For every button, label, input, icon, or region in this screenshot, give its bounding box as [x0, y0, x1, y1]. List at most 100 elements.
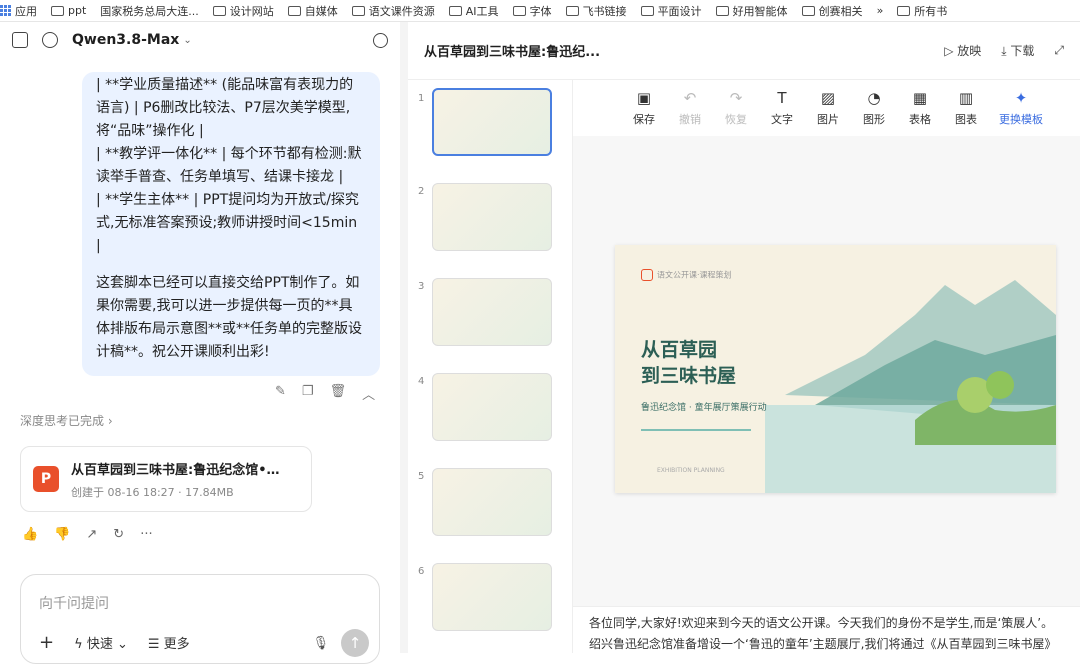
chat-input-box[interactable]: 向千问提问 + ϟ 快速 ⌄ ☰ 更多 🎙 ↑ [20, 574, 380, 664]
slide-footer: EXHIBITION PLANNING [657, 467, 725, 474]
copy-icon[interactable]: ❐ [302, 384, 314, 403]
file-meta: 创建于 08-16 18:27 · 17.84MB [71, 485, 234, 499]
edit-icon[interactable]: ✎ [275, 384, 286, 403]
file-card[interactable]: P 从百草园到三味书屋:鲁迅纪念馆•童... 创建于 08-16 18:27 ·… [20, 446, 312, 512]
slide-logo: 语文公开课·课程策划 [641, 269, 732, 281]
bookmarks-bar: 应用 ppt 国家税务总局大连... 设计网站 自媒体 语文课件资源 AI工具 … [0, 0, 1080, 22]
table-button[interactable]: ▦ 表格 [897, 89, 943, 127]
sidebar-toggle-icon[interactable] [12, 32, 28, 48]
save-icon: ▣ [636, 89, 652, 107]
bookmark-graphic[interactable]: 平面设计 [640, 3, 702, 19]
folder-icon [212, 5, 226, 16]
text-icon: T [777, 89, 787, 107]
save-button[interactable]: ▣ 保存 [621, 89, 667, 127]
quick-mode-button[interactable]: ϟ 快速 ⌄ [74, 633, 128, 652]
folder-icon [351, 5, 365, 16]
slide-number: 5 [418, 471, 425, 482]
editor-header: 从百草园到三味书屋:鲁迅纪... ▷ 放映 ⤓ 下载 ⤢ [408, 22, 1080, 80]
bookmark-apps[interactable]: 应用 [0, 3, 37, 19]
download-button[interactable]: ⤓ 下载 [1001, 42, 1034, 59]
new-chat-icon[interactable] [42, 32, 58, 48]
plus-icon[interactable]: + [39, 632, 54, 653]
chat-topbar: Qwen3.8-Max ⌄ [0, 22, 400, 58]
text-button[interactable]: T 文字 [759, 89, 805, 127]
slide-thumbnail[interactable] [432, 278, 552, 346]
message-line: | **学业质量描述** (能品味富有表现力的语言) | P6删改比较法、P7层… [96, 77, 354, 139]
folder-icon [51, 5, 64, 16]
slide-thumbnail[interactable] [432, 373, 552, 441]
share-icon[interactable]: ↗ [86, 527, 97, 542]
slide-number: 2 [418, 186, 425, 197]
bookmark-agents[interactable]: 好用智能体 [715, 3, 788, 19]
bookmark-contest[interactable]: 创赛相关 [801, 3, 863, 19]
chat-panel: Qwen3.8-Max ⌄ | **学业质量描述** (能品味富有表现力的语言)… [0, 22, 400, 664]
deep-thinking-status[interactable]: 深度思考已完成 › [20, 412, 113, 429]
image-button[interactable]: ▨ 图片 [805, 89, 851, 127]
slide-thumbnail[interactable] [432, 183, 552, 251]
message-line: | **教学评一体化** | 每个环节都有检测:默读举手普查、任务单填写、结课卡… [96, 146, 362, 185]
play-button[interactable]: ▷ 放映 [944, 42, 981, 59]
slide-canvas[interactable]: 语文公开课·课程策划 从百草园 到三味书屋 鲁迅纪念馆 · 童年展厅策展行动 EX… [615, 245, 1056, 493]
history-icon[interactable] [373, 32, 388, 48]
folder-icon [897, 5, 911, 16]
bookmark-all[interactable]: 所有书 [897, 3, 947, 19]
bookmark-media[interactable]: 自媒体 [287, 3, 338, 19]
thumbs-up-icon[interactable]: 👍 [22, 527, 38, 542]
bookmark-chinese[interactable]: 语文课件资源 [351, 3, 435, 19]
speaker-notes[interactable]: 各位同学,大家好!欢迎来到今天的语文公开课。今天我们的身份不是学生,而是‘策展人… [573, 606, 1080, 653]
ppt-editor: 从百草园到三味书屋:鲁迅纪... ▷ 放映 ⤓ 下载 ⤢ 1 2 3 4 5 6… [408, 22, 1080, 653]
shape-button[interactable]: ◔ 图形 [851, 89, 897, 127]
slide-thumbnail[interactable] [432, 563, 552, 631]
bookmark-ppt[interactable]: ppt [51, 4, 86, 17]
change-template-button[interactable]: ✦ 更换模板 [989, 89, 1053, 127]
more-icon[interactable]: ··· [140, 527, 152, 542]
message-line: | **学生主体** | PPT提问均为开放式/探究式,无标准答案预设;教师讲授… [96, 192, 359, 254]
bookmark-tax[interactable]: 国家税务总局大连... [100, 3, 199, 19]
more-button[interactable]: ☰ 更多 [148, 633, 190, 652]
message-actions: ✎ ❐ 🗑 ︿ [275, 384, 375, 403]
microphone-icon[interactable]: 🎙 [312, 636, 329, 651]
undo-button[interactable]: ↶ 撤销 [667, 89, 713, 127]
magic-wand-icon: ✦ [1014, 89, 1028, 107]
file-name: 从百草园到三味书屋:鲁迅纪念馆•童... [71, 462, 291, 478]
folder-icon [640, 5, 654, 16]
feedback-actions: 👍 👎 ↗ ↻ ··· [22, 527, 153, 542]
bookmark-design[interactable]: 设计网站 [212, 3, 274, 19]
panel-splitter[interactable] [400, 22, 408, 653]
redo-button[interactable]: ↷ 恢复 [713, 89, 759, 127]
image-icon: ▨ [820, 89, 836, 107]
slide-thumbnail[interactable] [432, 88, 552, 156]
bookmark-feishu[interactable]: 飞书链接 [565, 3, 627, 19]
slide-number: 6 [418, 566, 425, 577]
bookmark-font[interactable]: 字体 [512, 3, 552, 19]
slide-thumbnail[interactable] [432, 468, 552, 536]
folder-icon [801, 5, 815, 16]
table-icon: ▦ [912, 89, 928, 107]
message-line: 这套脚本已经可以直接交给PPT制作了。如果你需要,我可以进一步提供每一页的**具… [96, 275, 362, 360]
regenerate-icon[interactable]: ↻ [113, 527, 124, 542]
ppt-file-icon: P [33, 466, 59, 492]
chart-button[interactable]: ▥ 图表 [943, 89, 989, 127]
apps-icon [0, 5, 11, 16]
thumbs-down-icon[interactable]: 👎 [54, 527, 70, 542]
chevron-down-icon[interactable]: ⌄ [183, 35, 191, 46]
folder-icon [715, 5, 729, 16]
folder-icon [512, 5, 526, 16]
slide-subtitle: 鲁迅纪念馆 · 童年展厅策展行动 [641, 403, 767, 413]
expand-icon[interactable]: ⤢ [1054, 43, 1064, 58]
editor-toolbar: ▣ 保存 ↶ 撤销 ↷ 恢复 T 文字 ▨ 图片 ◔ 图形 ▦ 表格 ▥ 图表 ✦ 更换模板 [573, 80, 1080, 136]
assistant-message: | **学业质量描述** (能品味富有表现力的语言) | P6删改比较法、P7层… [82, 72, 380, 376]
chat-input[interactable]: 向千问提问 [39, 593, 109, 613]
folder-icon [287, 5, 301, 16]
shape-icon: ◔ [867, 89, 881, 107]
bookmark-overflow[interactable]: » [877, 4, 884, 17]
collapse-icon[interactable]: ︿ [362, 384, 375, 403]
input-toolbar: + ϟ 快速 ⌄ ☰ 更多 [39, 632, 190, 653]
redo-icon: ↷ [729, 89, 743, 107]
slide-divider [641, 429, 751, 431]
bookmark-ai[interactable]: AI工具 [448, 3, 499, 19]
chart-icon: ▥ [958, 89, 974, 107]
model-selector[interactable]: Qwen3.8-Max [72, 32, 179, 48]
slide-number: 1 [418, 93, 425, 104]
delete-icon[interactable]: 🗑 [330, 384, 347, 403]
